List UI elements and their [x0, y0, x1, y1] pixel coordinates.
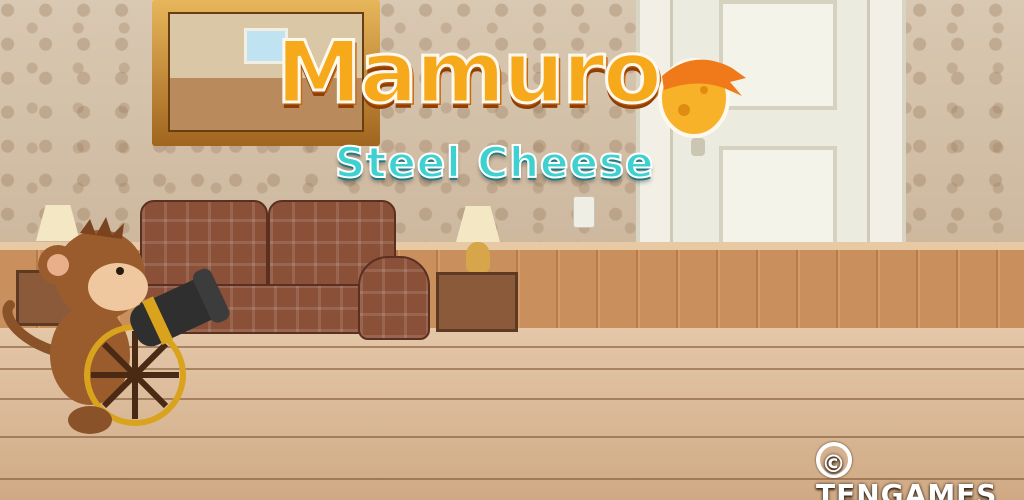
door-handle: [691, 138, 705, 156]
game-title-logo: Mamuro: [275, 23, 664, 123]
cannon-wheel-spokes: [91, 331, 179, 419]
title-screen: Mamuro Steel Cheese ©TENGAMES: [0, 0, 1024, 500]
copyright-icon: ©: [816, 442, 852, 478]
monkey-ear-inner: [47, 254, 69, 276]
cheese-mascot-icon: [658, 58, 746, 138]
sofa-armrest: [358, 256, 430, 340]
monkey-eye: [116, 267, 124, 275]
monkey-foot: [68, 406, 112, 434]
publisher-label: TENGAMES: [816, 478, 998, 500]
game-subtitle-logo: Steel Cheese: [334, 138, 655, 187]
right-lamp-base: [466, 242, 490, 272]
copyright-notice: ©TENGAMES: [816, 442, 1024, 500]
right-side-table: [436, 272, 518, 332]
wall-outlet: [573, 196, 595, 228]
monkey-with-cannon: [2, 217, 230, 434]
